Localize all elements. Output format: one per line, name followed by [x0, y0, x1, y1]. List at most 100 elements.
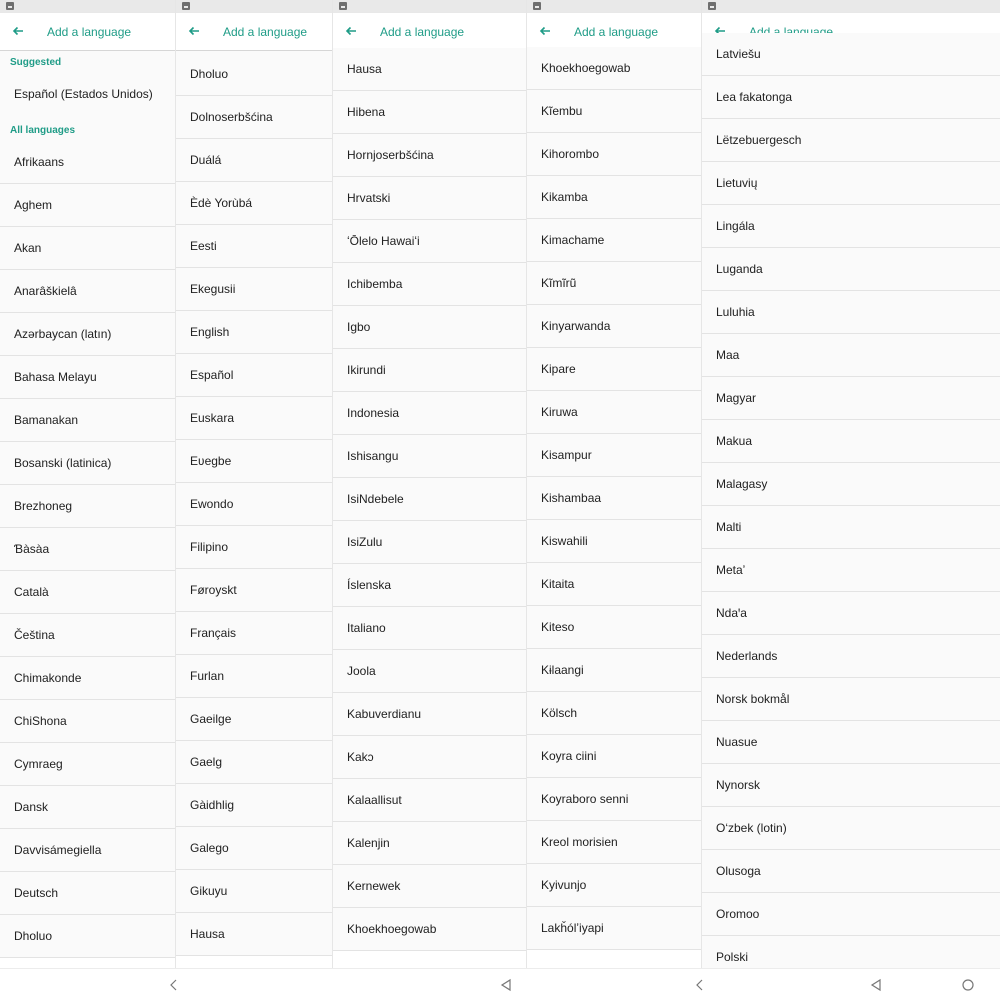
language-list-item[interactable]: Bahasa Melayu: [0, 356, 175, 399]
language-list-item[interactable]: Hrvatski: [333, 177, 526, 220]
language-list-item[interactable]: Kölsch: [527, 692, 701, 735]
language-list-item[interactable]: Igbo: [333, 306, 526, 349]
language-list-item[interactable]: Kitaita: [527, 563, 701, 606]
language-list-item[interactable]: Dansk: [0, 786, 175, 829]
language-list-item[interactable]: Filipino: [176, 526, 332, 569]
language-list-item[interactable]: Koyra ciini: [527, 735, 701, 778]
language-list-item[interactable]: Gàidhlig: [176, 784, 332, 827]
language-list-item[interactable]: Ikirundi: [333, 349, 526, 392]
language-list-item[interactable]: Anarâškielâ: [0, 270, 175, 313]
language-list[interactable]: Hausa Hibena Hornjoserbšćina Hrvatski ʻŌlelo…: [333, 48, 526, 951]
language-list-item[interactable]: Luluhia: [702, 291, 1000, 334]
language-list-item[interactable]: Dholuo: [0, 915, 175, 958]
language-list-item[interactable]: Deutsch: [0, 872, 175, 915]
language-list-item[interactable]: Koyraboro senni: [527, 778, 701, 821]
language-list-item[interactable]: Èdè Yorùbá: [176, 182, 332, 225]
language-list-item[interactable]: Norsk bokmål: [702, 678, 1000, 721]
language-list-item[interactable]: Ɓàsàa: [0, 528, 175, 571]
back-triangle-icon[interactable]: [498, 977, 514, 993]
language-list-item[interactable]: Kimachame: [527, 219, 701, 262]
language-list-item[interactable]: Kisampur: [527, 434, 701, 477]
language-list-item[interactable]: Hausa: [176, 913, 332, 956]
back-arrow-icon[interactable]: [186, 23, 202, 39]
language-list-item[interactable]: Kikamba: [527, 176, 701, 219]
language-list-item[interactable]: Kiruwa: [527, 391, 701, 434]
language-list-item[interactable]: Kinyarwanda: [527, 305, 701, 348]
language-list-item[interactable]: Gaeilge: [176, 698, 332, 741]
language-list-item[interactable]: Kɨlaangi: [527, 649, 701, 692]
language-list-item[interactable]: English: [176, 311, 332, 354]
language-list-item[interactable]: Gikuyu: [176, 870, 332, 913]
language-list-item[interactable]: Kipare: [527, 348, 701, 391]
language-list-item[interactable]: Bamanakan: [0, 399, 175, 442]
language-list-item[interactable]: Kĩmĩrũ: [527, 262, 701, 305]
language-list-item[interactable]: Lietuvių: [702, 162, 1000, 205]
language-list-item[interactable]: IsiNdebele: [333, 478, 526, 521]
language-list-item[interactable]: Hibena: [333, 91, 526, 134]
language-list-item[interactable]: Nederlands: [702, 635, 1000, 678]
language-list-item[interactable]: Hausa: [333, 48, 526, 91]
language-list-item[interactable]: Kernewek: [333, 865, 526, 908]
language-list-item[interactable]: Čeština: [0, 614, 175, 657]
language-list-item[interactable]: Khoekhoegowab: [527, 47, 701, 90]
language-list-item[interactable]: Hornjoserbšćina: [333, 134, 526, 177]
back-triangle-icon[interactable]: [868, 977, 884, 993]
language-list-item[interactable]: Brezhoneg: [0, 485, 175, 528]
language-list-item[interactable]: Français: [176, 612, 332, 655]
language-list-item[interactable]: ChiShona: [0, 700, 175, 743]
language-list-item[interactable]: Makua: [702, 420, 1000, 463]
language-list-item[interactable]: Euskara: [176, 397, 332, 440]
language-list-item[interactable]: Kreol morisien: [527, 821, 701, 864]
language-list-item[interactable]: Duálá: [176, 139, 332, 182]
language-list-item[interactable]: Chimakonde: [0, 657, 175, 700]
language-list-item[interactable]: Italiano: [333, 607, 526, 650]
language-list-item[interactable]: Magyar: [702, 377, 1000, 420]
language-list-item[interactable]: Nuasue: [702, 721, 1000, 764]
language-list-item[interactable]: Ewondo: [176, 483, 332, 526]
language-list-item[interactable]: Joola: [333, 650, 526, 693]
language-list-item[interactable]: Kyivunjo: [527, 864, 701, 907]
language-list-item[interactable]: Kakɔ: [333, 736, 526, 779]
language-list[interactable]: Suggested Español (Estados Unidos) All l…: [0, 51, 175, 958]
language-list-item[interactable]: O‘zbek (lotin): [702, 807, 1000, 850]
language-list-item[interactable]: Kiswahili: [527, 520, 701, 563]
language-list-item[interactable]: Malti: [702, 506, 1000, 549]
language-list-item[interactable]: Ishisangu: [333, 435, 526, 478]
language-list-item[interactable]: Lakȟólʼiyapi: [527, 907, 701, 950]
language-list-item[interactable]: Azərbaycan (latın): [0, 313, 175, 356]
language-list-item[interactable]: Kĩembu: [527, 90, 701, 133]
language-list[interactable]: Latviešu Lea fakatonga Lëtzebuergesch Lietu…: [702, 33, 1000, 968]
language-list-item[interactable]: Akan: [0, 227, 175, 270]
language-list-item[interactable]: Maa: [702, 334, 1000, 377]
back-arrow-icon[interactable]: [537, 23, 553, 39]
language-list-item[interactable]: Eʋegbe: [176, 440, 332, 483]
language-list-item[interactable]: Kishambaa: [527, 477, 701, 520]
language-list-item[interactable]: Føroyskt: [176, 569, 332, 612]
language-list[interactable]: Khoekhoegowab Kĩembu Kihorombo Kikamba Kimac…: [527, 47, 701, 950]
language-list-item[interactable]: Cymraeg: [0, 743, 175, 786]
language-list-item[interactable]: Kalenjin: [333, 822, 526, 865]
back-nav-icon[interactable]: [692, 977, 708, 993]
language-list-item[interactable]: Ichibemba: [333, 263, 526, 306]
language-list-item[interactable]: Dolnoserbšćina: [176, 96, 332, 139]
language-list-item[interactable]: Eesti: [176, 225, 332, 268]
back-arrow-icon[interactable]: [10, 23, 26, 39]
language-list-item[interactable]: Luganda: [702, 248, 1000, 291]
language-list-item[interactable]: Español: [176, 354, 332, 397]
language-list-item[interactable]: Lingála: [702, 205, 1000, 248]
language-list-item[interactable]: Lëtzebuergesch: [702, 119, 1000, 162]
language-list-item[interactable]: Català: [0, 571, 175, 614]
language-list-item[interactable]: Bosanski (latinica): [0, 442, 175, 485]
language-list-item[interactable]: Lea fakatonga: [702, 76, 1000, 119]
language-list-item[interactable]: Polski: [702, 936, 1000, 968]
language-list-item[interactable]: Aghem: [0, 184, 175, 227]
language-list-item[interactable]: Olusoga: [702, 850, 1000, 893]
language-list-item[interactable]: Metaʼ: [702, 549, 1000, 592]
language-list-item[interactable]: Kihorombo: [527, 133, 701, 176]
language-list-item[interactable]: Nynorsk: [702, 764, 1000, 807]
language-list-item[interactable]: Latviešu: [702, 33, 1000, 76]
language-list-item[interactable]: Afrikaans: [0, 141, 175, 184]
language-list-item[interactable]: Ndaꞌa: [702, 592, 1000, 635]
language-list-item[interactable]: Khoekhoegowab: [333, 908, 526, 951]
language-list-item[interactable]: Kiteso: [527, 606, 701, 649]
